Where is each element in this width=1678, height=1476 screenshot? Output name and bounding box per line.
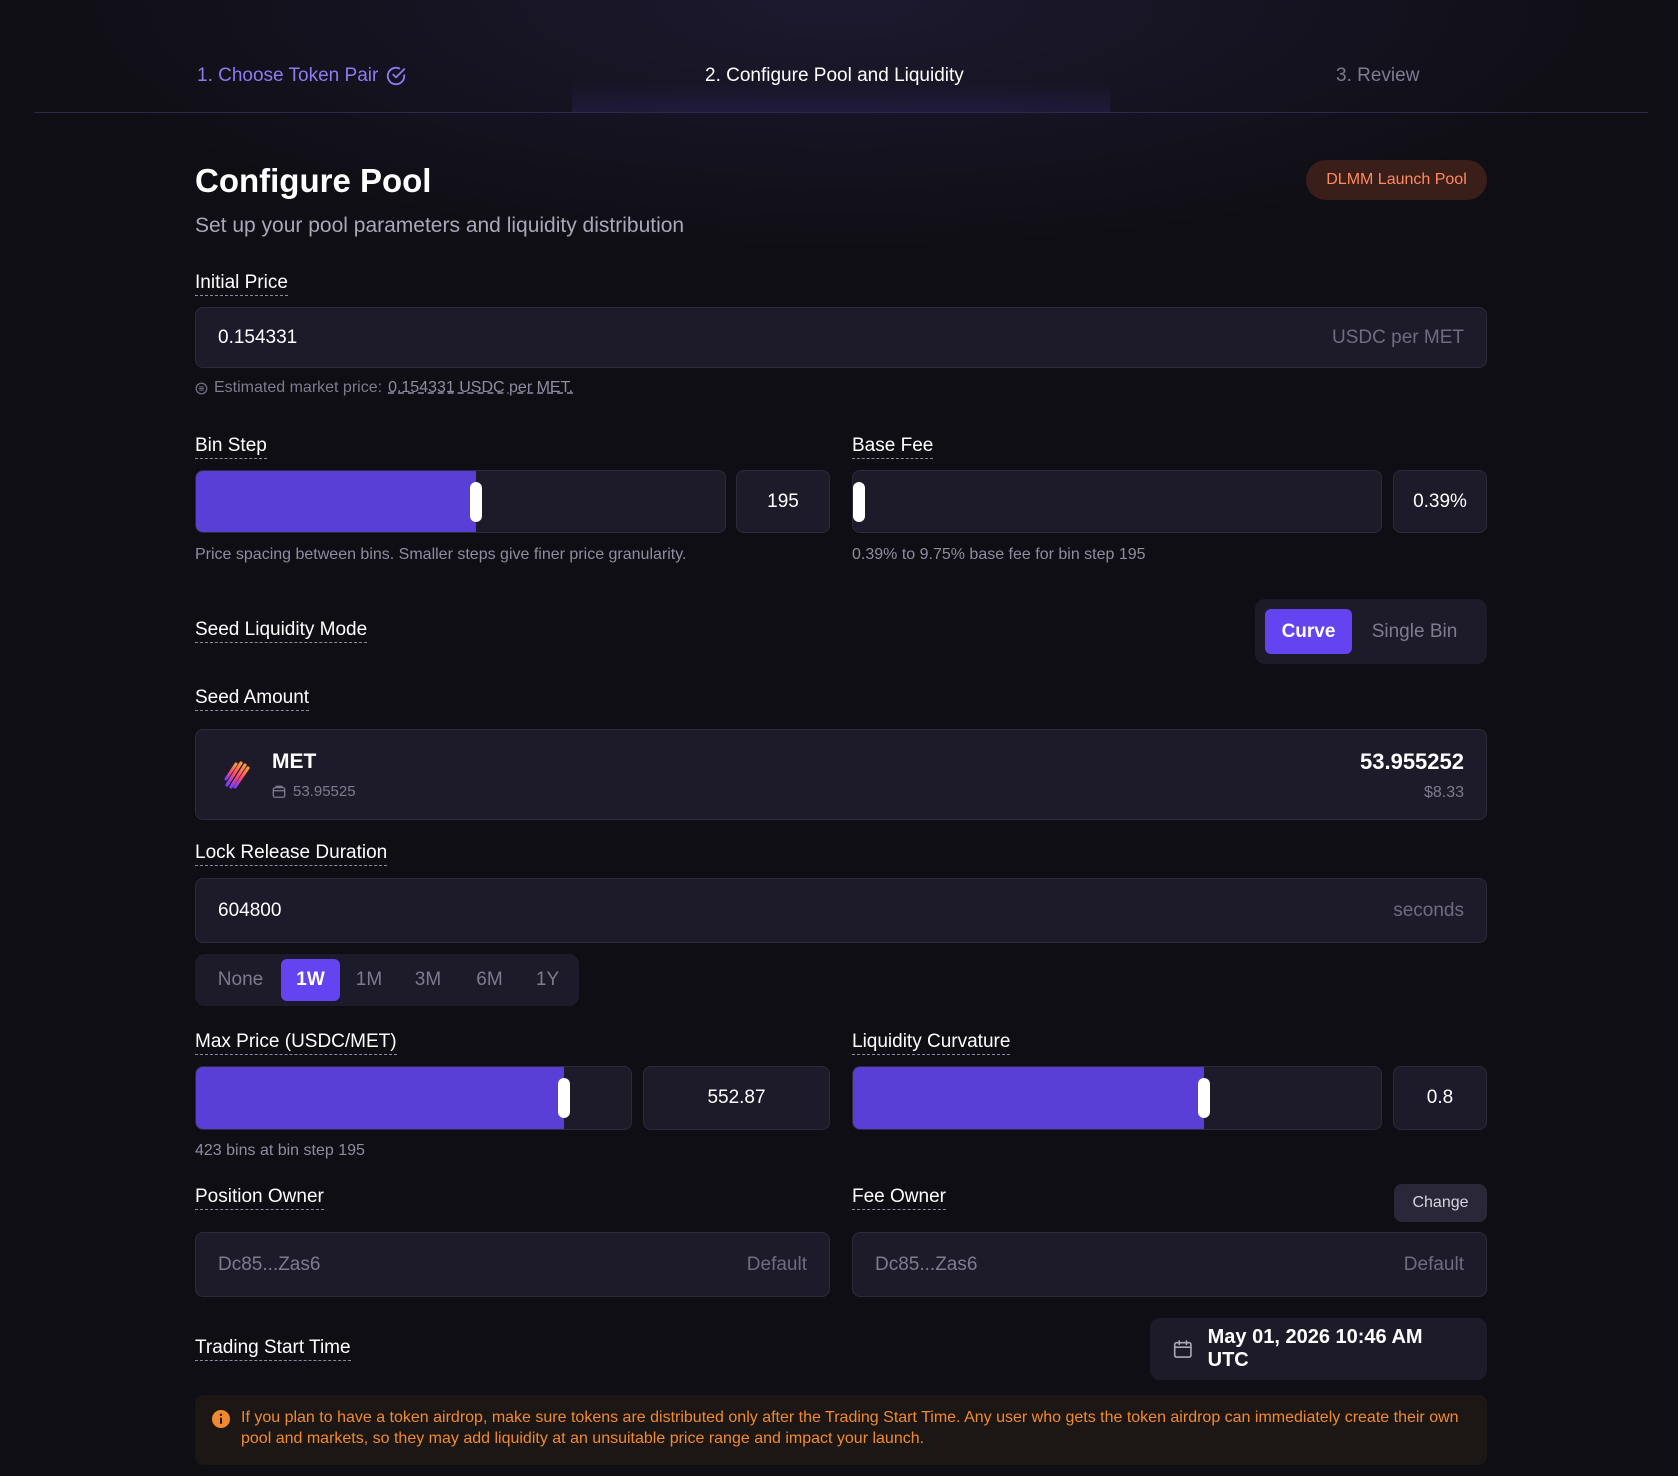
- seed-amount-value[interactable]: 53.955252: [1360, 749, 1464, 775]
- max-price-value-input[interactable]: 552.87: [643, 1066, 830, 1130]
- lock-release-value: 604800: [218, 899, 282, 921]
- base-fee-slider[interactable]: [852, 470, 1382, 533]
- position-owner-input[interactable]: Dc85...Zas6 Default: [195, 1232, 830, 1297]
- pool-type-badge: DLMM Launch Pool: [1306, 160, 1487, 200]
- curvature-slider-fill: [853, 1067, 1204, 1129]
- preset-6m-button[interactable]: 6M: [458, 959, 521, 1001]
- initial-price-input[interactable]: 0.154331 USDC per MET: [195, 307, 1487, 368]
- info-icon: [212, 1410, 230, 1428]
- lock-duration-presets: None 1W 1M 3M 6M 1Y: [195, 954, 579, 1006]
- estimated-price-link[interactable]: 0.154331 USDC per MET.: [388, 379, 573, 397]
- page-subtitle: Set up your pool parameters and liquidit…: [195, 214, 685, 237]
- step-review[interactable]: 3. Review: [1336, 62, 1419, 90]
- check-circle-icon: [387, 66, 406, 86]
- coins-icon: [195, 382, 208, 394]
- fee-owner-address: Dc85...Zas6: [875, 1253, 978, 1275]
- curvature-label: Liquidity Curvature: [852, 1031, 1011, 1055]
- token-symbol: MET: [272, 750, 317, 773]
- airdrop-warning: If you plan to have a token airdrop, mak…: [195, 1395, 1487, 1465]
- initial-price-label: Initial Price: [195, 272, 288, 296]
- position-owner-address: Dc85...Zas6: [218, 1253, 321, 1275]
- step-configure-pool[interactable]: 2. Configure Pool and Liquidity: [705, 62, 964, 90]
- trading-start-picker[interactable]: May 01, 2026 10:46 AM UTC: [1150, 1318, 1487, 1380]
- stepper: 1. Choose Token Pair 2. Configure Pool a…: [34, 0, 1648, 113]
- seed-amount-usd: $8.33: [1423, 784, 1464, 801]
- seed-mode-curve-button[interactable]: Curve: [1265, 609, 1352, 654]
- fee-owner-default-tag: Default: [1403, 1253, 1464, 1275]
- step-label: 1. Choose Token Pair: [197, 65, 379, 86]
- lock-release-label: Lock Release Duration: [195, 842, 388, 866]
- base-fee-label: Base Fee: [852, 435, 934, 459]
- curvature-slider-thumb[interactable]: [1198, 1078, 1210, 1118]
- calendar-icon: [1173, 1340, 1192, 1358]
- base-fee-slider-thumb[interactable]: [853, 481, 865, 522]
- lock-release-input[interactable]: 604800 seconds: [195, 878, 1487, 943]
- initial-price-value: 0.154331: [218, 326, 298, 348]
- curvature-slider[interactable]: [852, 1066, 1382, 1130]
- curvature-value-input[interactable]: 0.8: [1393, 1066, 1487, 1130]
- page-title: Configure Pool: [195, 162, 432, 199]
- lock-release-unit: seconds: [1393, 899, 1464, 921]
- position-owner-default-tag: Default: [746, 1253, 807, 1275]
- bin-step-slider-fill: [196, 471, 476, 532]
- base-fee-hint: 0.39% to 9.75% base fee for bin step 195: [852, 546, 1146, 563]
- max-price-label: Max Price (USDC/MET): [195, 1031, 397, 1055]
- trading-start-value: May 01, 2026 10:46 AM UTC: [1207, 1326, 1423, 1371]
- preset-none-button[interactable]: None: [200, 959, 281, 1001]
- bin-step-value-input[interactable]: 195: [736, 470, 830, 533]
- wallet-icon: [272, 785, 286, 798]
- seed-mode-label: Seed Liquidity Mode: [195, 619, 368, 643]
- seed-amount-label: Seed Amount: [195, 687, 310, 711]
- bin-step-hint: Price spacing between bins. Smaller step…: [195, 546, 687, 563]
- estimated-price-prefix: Estimated market price:: [214, 379, 383, 396]
- bin-step-label: Bin Step: [195, 435, 267, 459]
- preset-1y-button[interactable]: 1Y: [521, 959, 574, 1001]
- max-price-slider-thumb[interactable]: [558, 1078, 570, 1118]
- seed-amount-card[interactable]: MET 53.95525 53.955252 $8.33: [195, 729, 1487, 820]
- warning-text: If you plan to have a token airdrop, mak…: [241, 1409, 1459, 1447]
- preset-1m-button[interactable]: 1M: [340, 959, 398, 1001]
- max-price-hint: 423 bins at bin step 195: [195, 1142, 365, 1159]
- position-owner-label: Position Owner: [195, 1186, 324, 1210]
- preset-3m-button[interactable]: 3M: [398, 959, 458, 1001]
- trading-start-label: Trading Start Time: [195, 1337, 351, 1361]
- bin-step-slider[interactable]: [195, 470, 726, 533]
- base-fee-value-input[interactable]: 0.39%: [1393, 470, 1487, 533]
- preset-1w-button[interactable]: 1W: [281, 959, 340, 1001]
- fee-owner-input[interactable]: Dc85...Zas6 Default: [852, 1232, 1487, 1297]
- max-price-slider-fill: [196, 1067, 564, 1129]
- met-token-logo: [224, 761, 250, 789]
- fee-owner-label: Fee Owner: [852, 1186, 946, 1210]
- initial-price-unit: USDC per MET: [1332, 326, 1464, 348]
- seed-mode-single-bin-button[interactable]: Single Bin: [1352, 609, 1477, 654]
- estimated-price-hint: Estimated market price: 0.154331 USDC pe…: [195, 379, 573, 397]
- seed-mode-toggle: Curve Single Bin: [1255, 599, 1487, 664]
- token-balance[interactable]: 53.95525: [293, 783, 356, 800]
- bin-step-slider-thumb[interactable]: [470, 481, 482, 522]
- fee-owner-change-button[interactable]: Change: [1394, 1184, 1487, 1222]
- max-price-slider[interactable]: [195, 1066, 632, 1130]
- step-choose-token-pair[interactable]: 1. Choose Token Pair: [197, 62, 407, 90]
